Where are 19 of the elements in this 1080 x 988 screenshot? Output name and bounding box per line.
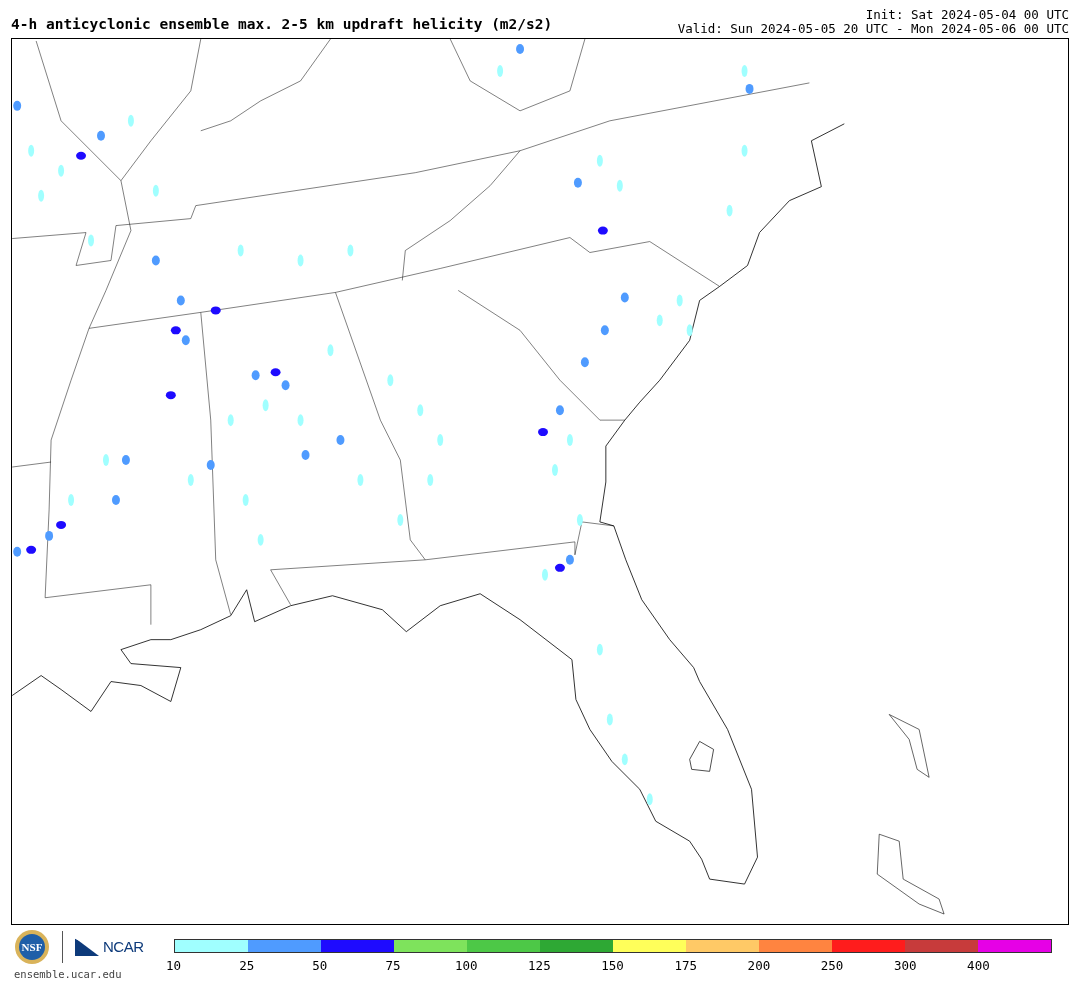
tick-label: 75 [385, 957, 401, 975]
nsf-logo-icon: NSF [14, 929, 50, 965]
tick-label: 25 [239, 957, 255, 975]
site-url: ensemble.ucar.edu [14, 967, 123, 982]
tick-label: 50 [312, 957, 328, 975]
valid-time: Valid: Sun 2024-05-05 20 UTC - Mon 2024-05-06 00 UTC [677, 22, 1069, 36]
tick-label: 150 [601, 957, 624, 975]
tick-label: 400 [967, 957, 990, 975]
tick-label: 300 [893, 957, 917, 975]
tick-label: 125 [528, 957, 551, 975]
tick-label: 175 [674, 957, 697, 975]
chart-title: 4-h anticyclonic ensemble max. 2-5 km updraft helicity (m2/s2) [11, 15, 553, 34]
tick-label: 200 [747, 957, 771, 975]
init-time: Init: Sat 2024-05-04 00 UTC [864, 8, 1069, 22]
ncar-logo-text: NCAR [103, 936, 144, 957]
tick-label: 100 [454, 957, 478, 975]
tick-label: 250 [820, 957, 844, 975]
triangle-logo-icon [75, 938, 99, 956]
tick-label: 10 [166, 957, 182, 975]
